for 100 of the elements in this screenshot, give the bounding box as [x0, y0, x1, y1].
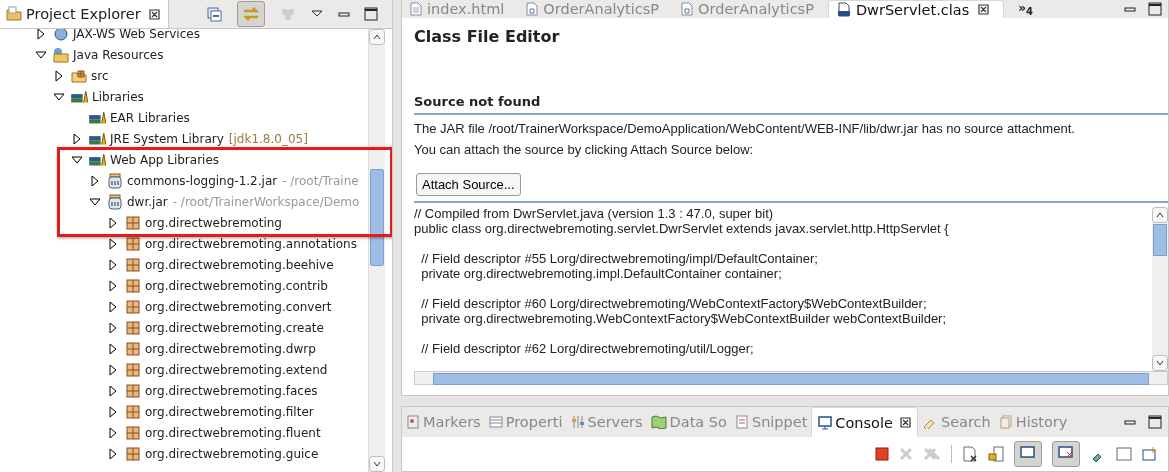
package-icon [125, 319, 141, 336]
tree-item[interactable]: JRE System Library [109, 131, 224, 146]
snippet-icon [734, 415, 749, 429]
scroll-up-icon[interactable] [1152, 207, 1168, 223]
tree-item[interactable]: org.directwebremoting.convert [144, 299, 332, 314]
expanded-arrow-icon[interactable] [71, 153, 83, 166]
tree-item[interactable]: org.directwebremoting [144, 215, 282, 230]
editor-tab[interactable]: DwrServlet.clas [827, 0, 1005, 18]
tree-item[interactable]: org.directwebremoting.faces [144, 383, 318, 398]
tree-item[interactable]: org.directwebremoting.extend [144, 362, 328, 377]
collapsed-arrow-icon[interactable] [107, 363, 119, 376]
collapsed-arrow-icon[interactable] [89, 174, 101, 187]
collapsed-arrow-icon[interactable] [71, 132, 83, 145]
tree-item[interactable]: src [90, 68, 109, 83]
jar-icon [107, 172, 123, 189]
view-menu-icon[interactable] [310, 10, 323, 18]
books-icon [71, 90, 88, 103]
scroll-thumb[interactable] [370, 169, 384, 266]
scroll-up-icon[interactable] [369, 29, 385, 45]
item-decoration: [jdk1.8.0_05] [228, 131, 308, 146]
package-icon [125, 214, 141, 231]
show-console-icon[interactable] [1052, 441, 1080, 467]
collapsed-arrow-icon[interactable] [107, 300, 119, 313]
horizontal-scrollbar[interactable] [414, 371, 1168, 385]
more-tabs-button[interactable]: »$_{4}$ [1018, 0, 1033, 18]
tree-item[interactable]: org.directwebremoting.guice [144, 446, 319, 461]
scroll-thumb[interactable] [1153, 224, 1167, 256]
close-icon[interactable] [978, 4, 990, 15]
scroll-down-icon[interactable] [369, 456, 385, 472]
attach-source-button[interactable]: Attach Source... [416, 173, 521, 196]
editor-title: Class File Editor [414, 27, 561, 46]
markers-icon [406, 415, 420, 429]
scrollbar[interactable] [368, 29, 385, 472]
tree-item[interactable]: commons-logging-1.2.jar [126, 173, 278, 188]
package-icon [125, 424, 141, 441]
close-icon[interactable] [148, 8, 160, 20]
tree-item[interactable]: JAX-WS Web Services [72, 29, 200, 41]
package-icon [125, 235, 141, 252]
maximize-icon[interactable] [364, 7, 379, 21]
package-icon [125, 256, 141, 273]
scrollbar[interactable] [1152, 207, 1168, 371]
tree-item[interactable]: org.directwebremoting.beehive [144, 257, 334, 272]
collapsed-arrow-icon[interactable] [107, 321, 119, 334]
collapsed-arrow-icon[interactable] [35, 29, 47, 40]
code-line: public class org.directwebremoting.servlet.DwrServlet extends javax.servlet.http.HttpServlet { [414, 221, 950, 236]
clear-console-icon[interactable] [962, 446, 978, 462]
item-decoration: - /root/Traine [282, 173, 359, 188]
expanded-arrow-icon[interactable] [89, 195, 101, 208]
close-icon[interactable] [899, 417, 911, 428]
tree-item[interactable]: org.directwebremoting.filter [144, 404, 314, 419]
message-text: You can attach the source by clicking Attach Source below: [414, 142, 755, 158]
code-line: // Field descriptor #62 Lorg/directwebremoting/util/Logger; [420, 341, 755, 356]
scroll-down-icon[interactable] [1152, 355, 1168, 371]
tree-item[interactable]: org.directwebremoting.fluent [144, 425, 321, 440]
package-icon [125, 340, 141, 357]
package-icon [125, 382, 141, 399]
books-icon [89, 132, 106, 145]
tree-item[interactable]: org.directwebremoting.contrib [144, 278, 328, 293]
monitor-icon [818, 415, 833, 430]
scroll-thumb[interactable] [433, 373, 1149, 385]
item-decoration: - /root/TrainerWorkspace/Demo [172, 194, 360, 209]
maximize-icon[interactable] [1148, 2, 1162, 16]
document-icon [410, 2, 422, 16]
collapsed-arrow-icon[interactable] [107, 258, 119, 271]
java-file-icon [681, 2, 694, 16]
view-tab[interactable]: Project Explorer [0, 0, 169, 28]
table-icon [488, 415, 503, 429]
collapsed-arrow-icon[interactable] [53, 69, 65, 82]
code-line: private org.directwebremoting.impl.DefaultContainer container; [420, 266, 783, 281]
scroll-lock-icon[interactable] [988, 446, 1004, 462]
tree-item[interactable]: org.directwebremoting.annotations [144, 236, 357, 251]
section-heading: Source not found [414, 94, 1168, 115]
collapsed-arrow-icon[interactable] [107, 384, 119, 397]
maximize-icon[interactable] [1148, 415, 1162, 429]
collapse-all-icon[interactable] [206, 6, 223, 22]
collapsed-arrow-icon[interactable] [107, 426, 119, 439]
collapsed-arrow-icon[interactable] [107, 447, 119, 460]
tree-item[interactable]: dwr.jar [126, 194, 168, 209]
tree-item[interactable]: Web App Libraries [109, 152, 220, 167]
tree-item[interactable]: org.directwebremoting.dwrp [144, 341, 316, 356]
tree-item[interactable]: Libraries [91, 89, 144, 104]
message-text: The JAR file /root/TrainerWorkspace/DemoApplication/WebContent/WEB-INF/lib/dwr.jar has no source attachment. [414, 121, 1076, 137]
view-tab[interactable]: Console [811, 407, 918, 437]
java-file-icon [526, 2, 539, 16]
collapsed-arrow-icon[interactable] [107, 342, 119, 355]
tree-item[interactable]: EAR Libraries [109, 110, 190, 125]
tree-item[interactable]: Java Resources [72, 47, 164, 62]
new-console-icon[interactable] [1142, 446, 1158, 462]
jar-icon [107, 193, 123, 210]
collapsed-arrow-icon[interactable] [107, 279, 119, 292]
collapsed-arrow-icon[interactable] [107, 216, 119, 229]
package-icon [125, 403, 141, 420]
expanded-arrow-icon[interactable] [35, 48, 47, 61]
collapsed-arrow-icon[interactable] [107, 405, 119, 418]
code-line: // Field descriptor #55 Lorg/directwebremoting/impl/DefaultContainer; [420, 251, 819, 266]
collapsed-arrow-icon[interactable] [107, 237, 119, 250]
tree-item[interactable]: org.directwebremoting.create [144, 320, 324, 335]
package-icon [125, 445, 141, 462]
expanded-arrow-icon[interactable] [53, 90, 65, 103]
pin-console-icon[interactable] [1014, 441, 1042, 467]
